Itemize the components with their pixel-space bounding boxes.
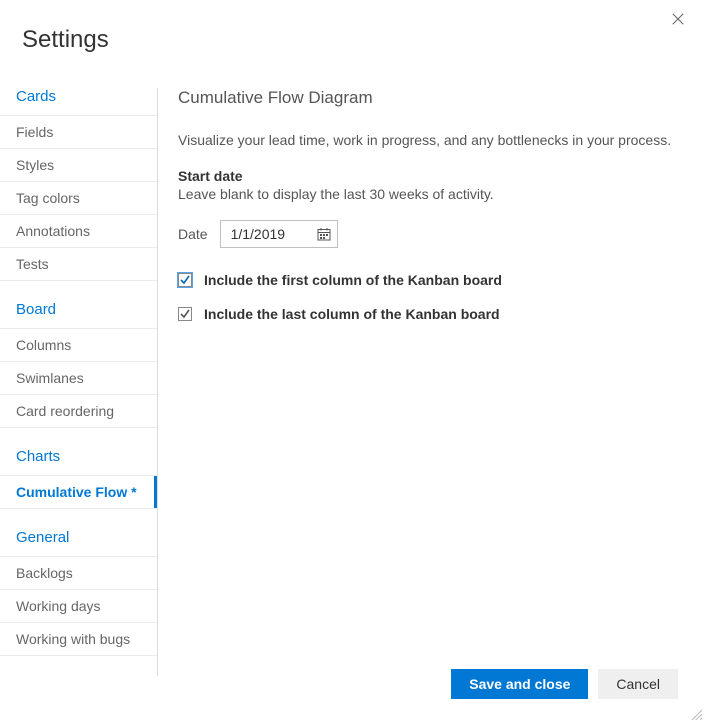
sidebar-item-label: Working with bugs — [16, 631, 130, 647]
sidebar-item-label: Cumulative Flow * — [16, 484, 137, 500]
content-panel: Cumulative Flow Diagram Visualize your l… — [158, 88, 704, 676]
sidebar-item-label: Working days — [16, 598, 101, 614]
sidebar-item-label: Annotations — [16, 223, 90, 239]
dialog-title: Settings — [22, 26, 704, 54]
date-field-label: Date — [178, 226, 208, 242]
include-last-label: Include the last column of the Kanban bo… — [204, 306, 500, 322]
sidebar-item-swimlanes[interactable]: Swimlanes — [0, 361, 157, 394]
sidebar-item-label: Columns — [16, 337, 71, 353]
sidebar-item-label: Tag colors — [16, 190, 80, 206]
sidebar-item-working-with-bugs[interactable]: Working with bugs — [0, 622, 157, 656]
sidebar-section-board: Board — [0, 291, 157, 328]
start-date-hint: Leave blank to display the last 30 weeks… — [178, 186, 684, 202]
dialog-footer: Save and close Cancel — [451, 669, 678, 699]
settings-dialog: Settings Cards Fields Styles Tag colors … — [0, 0, 704, 721]
date-value: 1/1/2019 — [231, 226, 293, 242]
date-row: Date 1/1/2019 — [178, 220, 684, 248]
sidebar-item-card-reordering[interactable]: Card reordering — [0, 394, 157, 428]
sidebar-item-annotations[interactable]: Annotations — [0, 214, 157, 247]
include-first-row: Include the first column of the Kanban b… — [178, 272, 684, 288]
include-last-checkbox[interactable] — [178, 307, 192, 321]
sidebar: Cards Fields Styles Tag colors Annotatio… — [0, 88, 158, 676]
dialog-header: Settings — [0, 0, 704, 54]
content-title: Cumulative Flow Diagram — [178, 88, 684, 108]
sidebar-section-charts: Charts — [0, 438, 157, 475]
sidebar-item-label: Tests — [16, 256, 49, 272]
start-date-label: Start date — [178, 168, 684, 184]
sidebar-item-label: Swimlanes — [16, 370, 84, 386]
sidebar-item-backlogs[interactable]: Backlogs — [0, 556, 157, 589]
cancel-button[interactable]: Cancel — [598, 669, 678, 699]
sidebar-item-styles[interactable]: Styles — [0, 148, 157, 181]
dialog-body: Cards Fields Styles Tag colors Annotatio… — [0, 88, 704, 676]
sidebar-item-tag-colors[interactable]: Tag colors — [0, 181, 157, 214]
content-description: Visualize your lead time, work in progre… — [178, 132, 684, 148]
sidebar-section-cards: Cards — [0, 88, 157, 115]
sidebar-item-label: Card reordering — [16, 403, 114, 419]
close-icon[interactable] — [670, 12, 686, 28]
sidebar-item-label: Styles — [16, 157, 54, 173]
sidebar-item-columns[interactable]: Columns — [0, 328, 157, 361]
sidebar-item-label: Backlogs — [16, 565, 73, 581]
include-first-label: Include the first column of the Kanban b… — [204, 272, 502, 288]
include-first-checkbox[interactable] — [178, 273, 192, 287]
sidebar-item-cumulative-flow[interactable]: Cumulative Flow * — [0, 475, 157, 509]
save-and-close-button[interactable]: Save and close — [451, 669, 588, 699]
include-last-row: Include the last column of the Kanban bo… — [178, 306, 684, 322]
sidebar-item-tests[interactable]: Tests — [0, 247, 157, 281]
sidebar-item-working-days[interactable]: Working days — [0, 589, 157, 622]
date-input[interactable]: 1/1/2019 — [220, 220, 338, 248]
resize-grip-icon[interactable] — [690, 707, 702, 719]
sidebar-item-label: Fields — [16, 124, 53, 140]
calendar-icon[interactable] — [317, 227, 331, 241]
sidebar-item-fields[interactable]: Fields — [0, 115, 157, 148]
sidebar-section-general: General — [0, 519, 157, 556]
